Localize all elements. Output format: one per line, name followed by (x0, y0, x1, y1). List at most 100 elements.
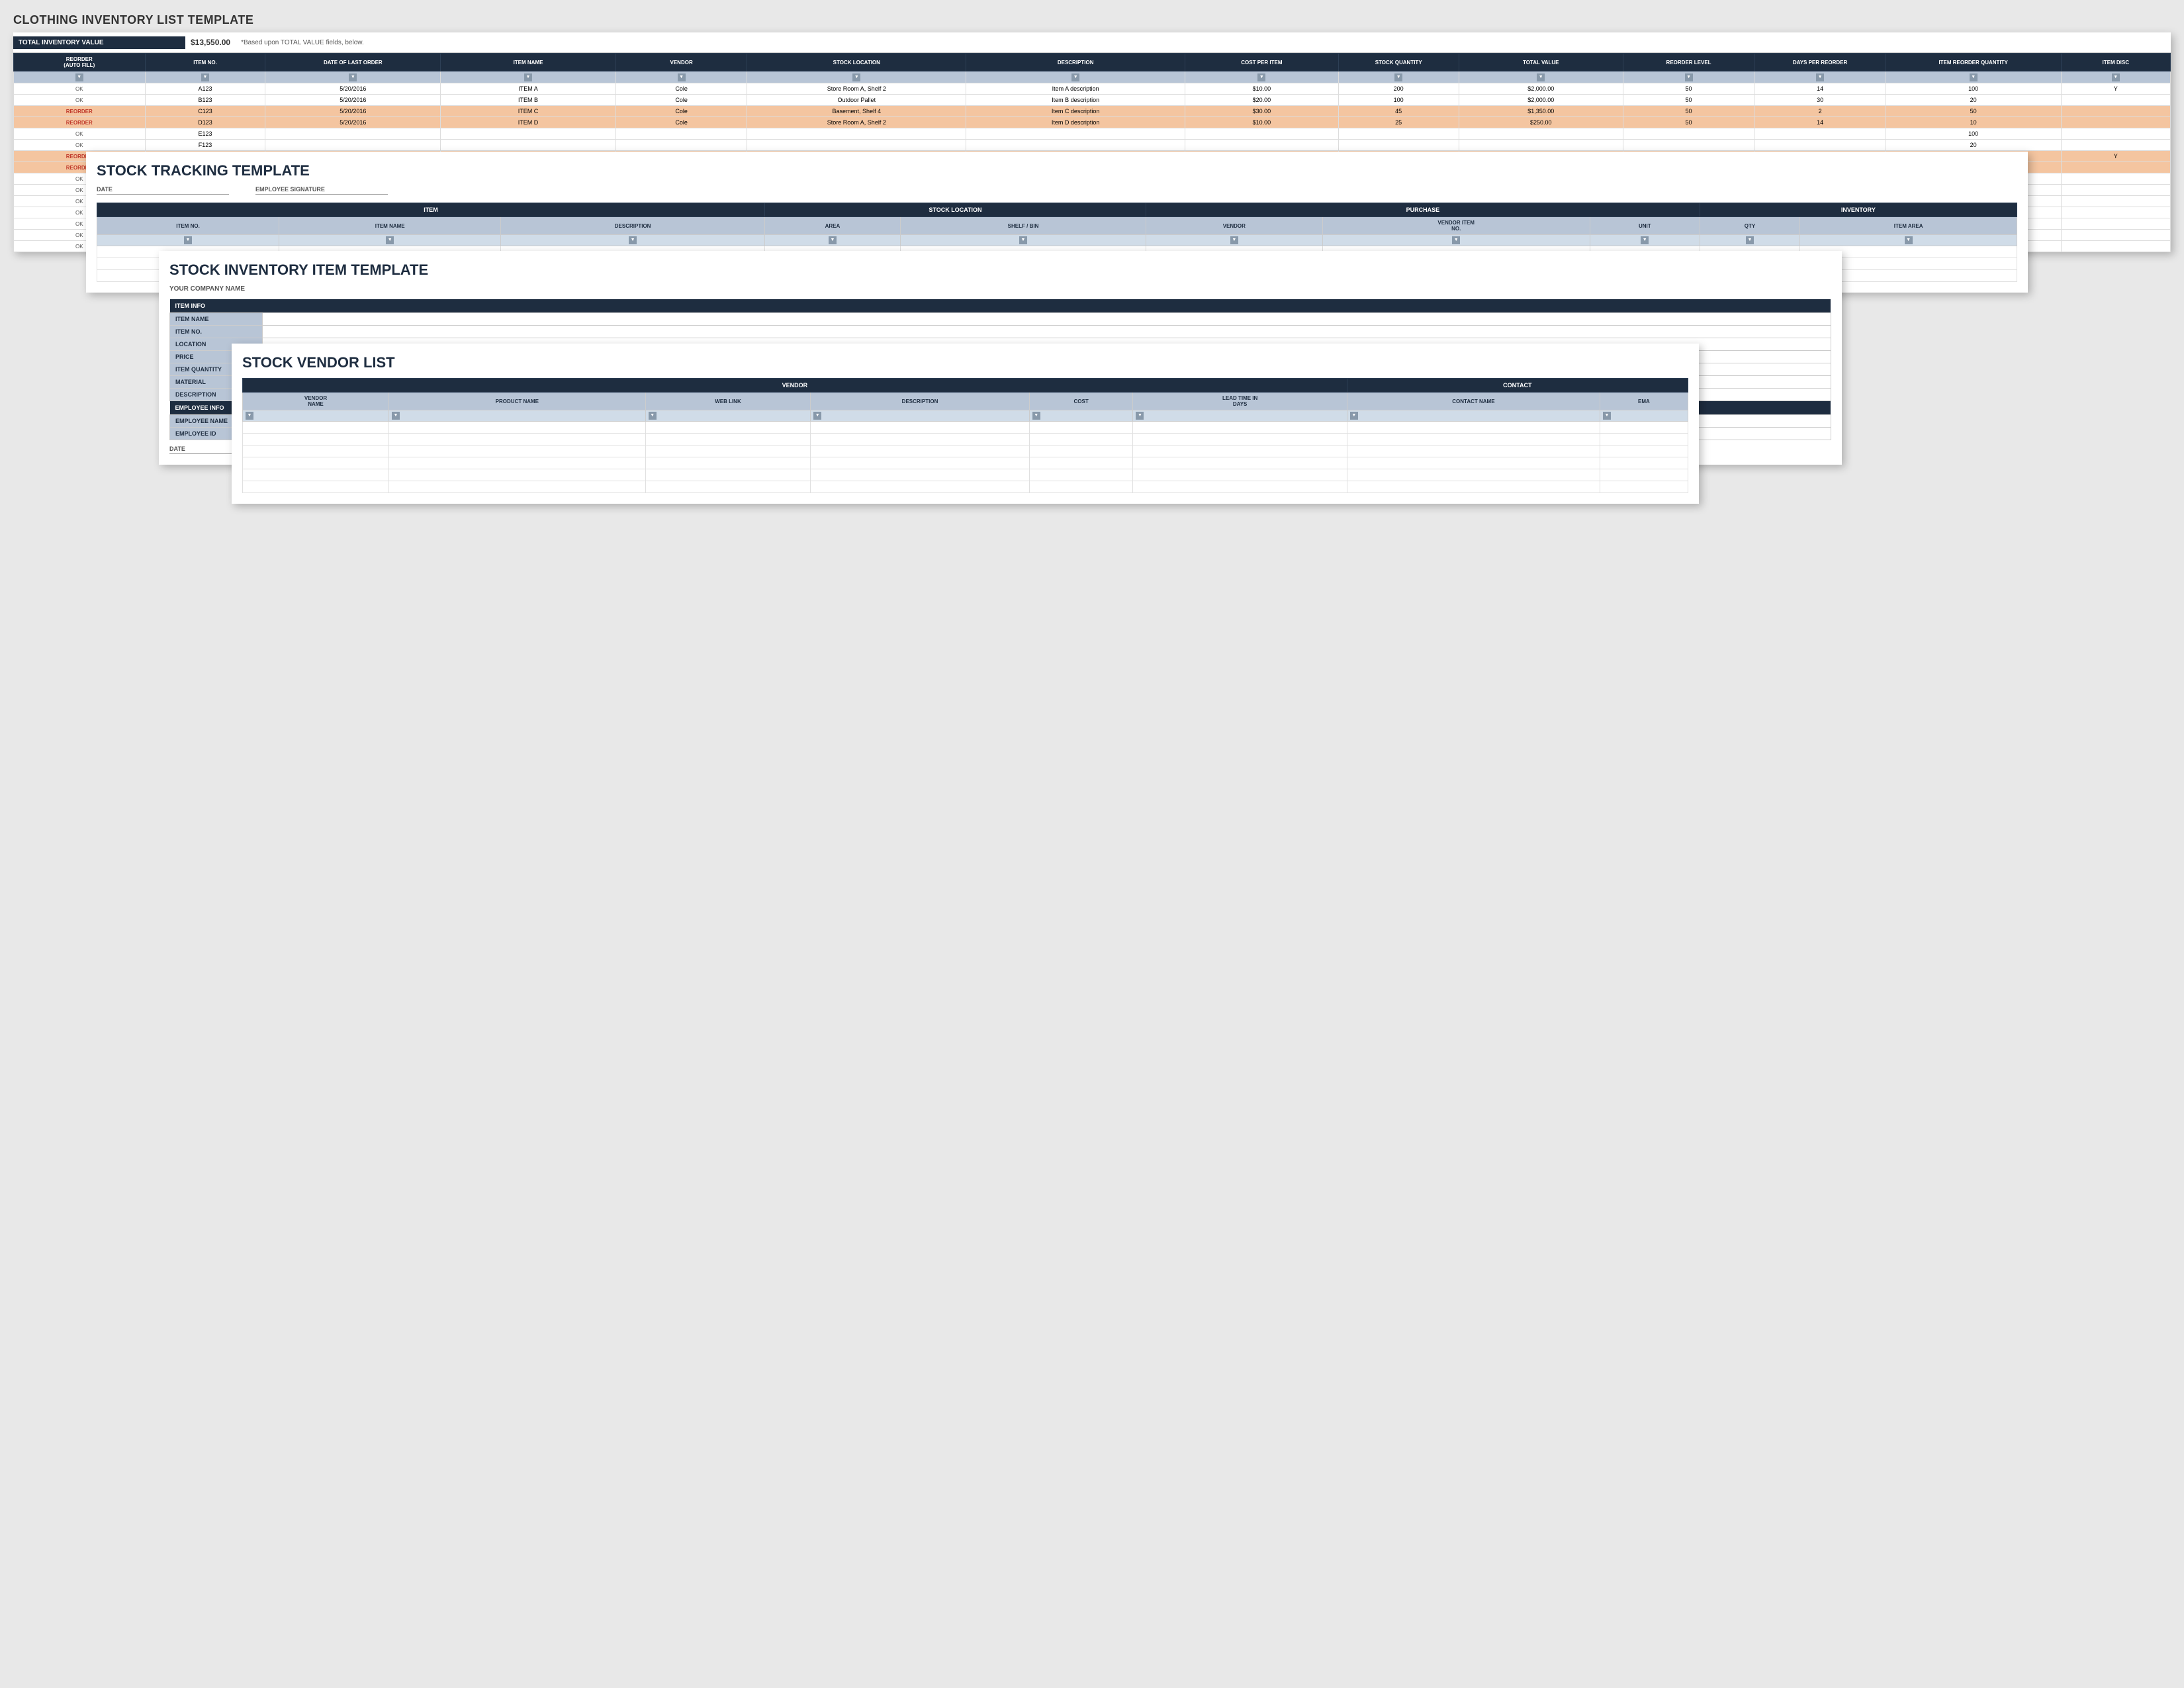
col-track-vendor-item: VENDOR ITEMNO. (1322, 217, 1590, 235)
col-total-value: TOTAL VALUE (1459, 54, 1623, 71)
tf3[interactable]: ▼ (501, 235, 765, 246)
col-vendor-name: VENDORNAME (243, 393, 389, 410)
vendor-list-sheet: STOCK VENDOR LIST VENDOR CONTACT VENDORN… (232, 344, 1699, 504)
vf5[interactable]: ▼ (1029, 410, 1133, 422)
table-row (243, 481, 1688, 493)
col-email: EMA (1600, 393, 1688, 410)
col-stock-qty: STOCK QUANTITY (1338, 54, 1459, 71)
field-item-no: ITEM NO. (170, 326, 1831, 338)
filter-location[interactable]: ▼ (747, 71, 966, 83)
col-lead-time: LEAD TIME INDAYS (1133, 393, 1347, 410)
col-date-last-order: DATE OF LAST ORDER (265, 54, 441, 71)
col-track-unit: UNIT (1590, 217, 1700, 235)
contact-group-label: CONTACT (1347, 379, 1688, 393)
col-description: DESCRIPTION (966, 54, 1185, 71)
group-stock-location: STOCK LOCATION (764, 203, 1146, 217)
vf3[interactable]: ▼ (645, 410, 811, 422)
col-vendor: VENDOR (615, 54, 747, 71)
filter-reorder-level[interactable]: ▼ (1623, 71, 1754, 83)
tf1[interactable]: ▼ (97, 235, 279, 246)
col-item-no: ITEM NO. (145, 54, 265, 71)
inventory-header-row: REORDER(auto fill) ITEM NO. DATE OF LAST… (14, 54, 2171, 71)
company-name-label: YOUR COMPANY NAME (169, 285, 1831, 293)
col-cost: COST (1029, 393, 1133, 410)
table-row: REORDER C123 5/20/2016 ITEM C Cole Basem… (14, 106, 2171, 117)
col-vendor-description: DESCRIPTION (811, 393, 1030, 410)
col-track-item-name: ITEM NAME (279, 217, 501, 235)
vf8[interactable]: ▼ (1600, 410, 1688, 422)
tracking-filter-row: ▼ ▼ ▼ ▼ ▼ ▼ ▼ ▼ ▼ ▼ (97, 235, 2017, 246)
tracking-group-header: ITEM STOCK LOCATION PURCHASE INVENTORY (97, 203, 2017, 217)
filter-desc[interactable]: ▼ (966, 71, 1185, 83)
field-item-name: ITEM NAME (170, 313, 1831, 326)
table-row: OK F123 20 (14, 140, 2171, 151)
stock-tracking-title: STOCK TRACKING TEMPLATE (97, 162, 2017, 179)
tf2[interactable]: ▼ (279, 235, 501, 246)
col-track-vendor: VENDOR (1146, 217, 1322, 235)
filter-cost[interactable]: ▼ (1185, 71, 1339, 83)
tracking-sub-header: ITEM NO. ITEM NAME DESCRIPTION AREA SHEL… (97, 217, 2017, 235)
col-track-description: DESCRIPTION (501, 217, 765, 235)
total-inventory-row: TOTAL INVENTORY VALUE $13,550.00 *Based … (13, 32, 2171, 53)
filter-name[interactable]: ▼ (441, 71, 616, 83)
vf1[interactable]: ▼ (243, 410, 389, 422)
filter-item-no[interactable]: ▼ (145, 71, 265, 83)
filter-disc[interactable]: ▼ (2061, 71, 2170, 83)
tf8[interactable]: ▼ (1590, 235, 1700, 246)
item-info-header: ITEM INFO (170, 299, 1831, 313)
filter-stock-qty[interactable]: ▼ (1338, 71, 1459, 83)
filter-total[interactable]: ▼ (1459, 71, 1623, 83)
filter-reorder-qty[interactable]: ▼ (1886, 71, 2061, 83)
table-row (243, 457, 1688, 469)
col-contact-name: CONTACT NAME (1347, 393, 1600, 410)
item-info-label: ITEM INFO (170, 299, 1831, 313)
field-value-item-name[interactable] (263, 313, 1831, 326)
table-row: OK A123 5/20/2016 ITEM A Cole Store Room… (14, 83, 2171, 95)
total-inventory-note: *Based upon TOTAL VALUE fields, below. (236, 39, 364, 46)
table-row (243, 422, 1688, 434)
total-inventory-value: $13,550.00 (185, 35, 236, 50)
col-track-area: AREA (764, 217, 900, 235)
table-row (243, 434, 1688, 445)
group-inventory: INVENTORY (1700, 203, 2017, 217)
table-row: REORDER D123 5/20/2016 ITEM D Cole Store… (14, 117, 2171, 128)
vf6[interactable]: ▼ (1133, 410, 1347, 422)
table-row (243, 445, 1688, 457)
col-cost-per-item: COST PER ITEM (1185, 54, 1339, 71)
col-item-reorder-qty: ITEM REORDER QUANTITY (1886, 54, 2061, 71)
filter-date[interactable]: ▼ (265, 71, 441, 83)
tf7[interactable]: ▼ (1322, 235, 1590, 246)
filter-days[interactable]: ▼ (1754, 71, 1886, 83)
col-stock-location: STOCK LOCATION (747, 54, 966, 71)
table-row: OK B123 5/20/2016 ITEM B Cole Outdoor Pa… (14, 95, 2171, 106)
employee-signature-label: EMPLOYEE SIGNATURE (255, 186, 388, 195)
field-label-item-no: ITEM NO. (170, 326, 263, 338)
group-item: ITEM (97, 203, 765, 217)
tf10[interactable]: ▼ (1800, 235, 2017, 246)
main-title: CLOTHING INVENTORY LIST TEMPLATE (13, 13, 2171, 27)
vf4[interactable]: ▼ (811, 410, 1030, 422)
col-days-per-reorder: DAYS PER REORDER (1754, 54, 1886, 71)
vendor-sub-header: VENDORNAME PRODUCT NAME WEB LINK DESCRIP… (243, 393, 1688, 410)
vendor-table: VENDOR CONTACT VENDORNAME PRODUCT NAME W… (242, 378, 1688, 493)
tf5[interactable]: ▼ (900, 235, 1146, 246)
filter-reorder[interactable]: ▼ (14, 71, 146, 83)
date-label: DATE (97, 186, 229, 195)
stock-inventory-title: STOCK INVENTORY ITEM TEMPLATE (169, 261, 1831, 279)
tf4[interactable]: ▼ (764, 235, 900, 246)
vendor-filter-row: ▼ ▼ ▼ ▼ ▼ ▼ ▼ ▼ (243, 410, 1688, 422)
inventory-filter-row: ▼ ▼ ▼ ▼ ▼ ▼ ▼ ▼ ▼ ▼ ▼ ▼ ▼ ▼ (14, 71, 2171, 83)
filter-vendor[interactable]: ▼ (615, 71, 747, 83)
col-track-item-area: ITEM AREA (1800, 217, 2017, 235)
col-track-item-no: ITEM NO. (97, 217, 279, 235)
vf7[interactable]: ▼ (1347, 410, 1600, 422)
tf6[interactable]: ▼ (1146, 235, 1322, 246)
vf2[interactable]: ▼ (388, 410, 645, 422)
field-label-item-name: ITEM NAME (170, 313, 263, 326)
col-product-name: PRODUCT NAME (388, 393, 645, 410)
col-item-disc: ITEM DISC (2061, 54, 2170, 71)
tf9[interactable]: ▼ (1700, 235, 1800, 246)
vendor-group-label: VENDOR (243, 379, 1347, 393)
field-value-item-no[interactable] (263, 326, 1831, 338)
col-track-shelf: SHELF / BIN (900, 217, 1146, 235)
